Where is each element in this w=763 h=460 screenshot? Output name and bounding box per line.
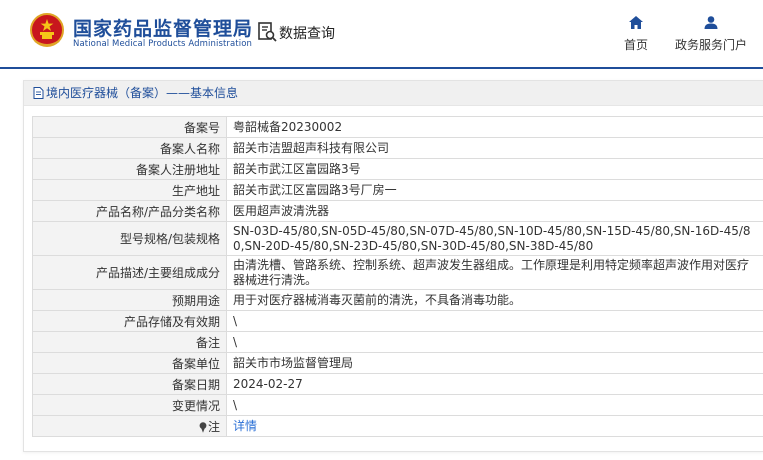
field-label: 备案单位	[32, 352, 227, 374]
field-value: 2024-02-27	[226, 373, 763, 395]
field-value: 韶关市洁盟超声科技有限公司	[226, 137, 763, 159]
note-label: 注	[207, 419, 220, 434]
field-label: 产品描述/主要组成成分	[32, 255, 227, 290]
note-label-cell: 注	[32, 415, 227, 437]
field-label: 生产地址	[32, 179, 227, 201]
table-row: 备案人注册地址 韶关市武江区富园路3号	[32, 158, 763, 180]
user-icon	[704, 16, 718, 29]
table-row: 预期用途 用于对医疗器械消毒灭菌前的清洗，不具备消毒功能。	[32, 289, 763, 311]
field-value: 用于对医疗器械消毒灭菌前的清洗，不具备消毒功能。	[226, 289, 763, 311]
field-value: \	[226, 310, 763, 332]
panel-title-bar: 境内医疗器械（备案）——基本信息	[24, 81, 763, 106]
field-label: 备案号	[32, 116, 227, 138]
field-label: 型号规格/包装规格	[32, 221, 227, 256]
field-label: 产品名称/产品分类名称	[32, 200, 227, 222]
field-label: 备案人名称	[32, 137, 227, 159]
home-icon	[629, 16, 643, 29]
field-value: SN-03D-45/80,SN-05D-45/80,SN-07D-45/80,S…	[226, 221, 763, 256]
nav-portal[interactable]: 政务服务门户	[672, 16, 750, 53]
site-header: 国家药品监督管理局 National Medical Products Admi…	[0, 0, 763, 69]
field-value: \	[226, 331, 763, 353]
table-row: 产品名称/产品分类名称 医用超声波清洗器	[32, 200, 763, 222]
nav-home-label: 首页	[623, 38, 648, 52]
details-link[interactable]: 详情	[233, 419, 257, 433]
table-row: 型号规格/包装规格 SN-03D-45/80,SN-05D-45/80,SN-0…	[32, 221, 763, 256]
panel-title: 境内医疗器械（备案）——基本信息	[46, 86, 239, 100]
data-query-link[interactable]: 数据查询	[279, 23, 335, 43]
table-row: 变更情况 \	[32, 394, 763, 416]
table-row: 备案单位 韶关市市场监督管理局	[32, 352, 763, 374]
table-row: 备案人名称 韶关市洁盟超声科技有限公司	[32, 137, 763, 159]
document-icon	[33, 87, 44, 99]
nav-portal-label: 政务服务门户	[674, 38, 747, 52]
table-row: 备案日期 2024-02-27	[32, 373, 763, 395]
field-value: 韶关市武江区富园路3号厂房一	[226, 179, 763, 201]
national-emblem-icon	[30, 13, 64, 47]
field-label: 备注	[32, 331, 227, 353]
field-value: 韶关市武江区富园路3号	[226, 158, 763, 180]
field-label: 变更情况	[32, 394, 227, 416]
note-value-cell: 详情	[226, 415, 763, 437]
header-divider	[0, 67, 763, 69]
nav-home[interactable]: 首页	[620, 16, 652, 53]
table-row-note: 注 详情	[32, 415, 763, 437]
data-query-icon[interactable]	[258, 22, 277, 42]
table-row: 生产地址 韶关市武江区富园路3号厂房一	[32, 179, 763, 201]
table-row: 产品描述/主要组成成分 由清洗槽、管路系统、控制系统、超声波发生器组成。工作原理…	[32, 255, 763, 290]
field-value: \	[226, 394, 763, 416]
site-name-en[interactable]: National Medical Products Administration	[73, 39, 252, 49]
field-value: 粤韶械备20230002	[226, 116, 763, 138]
table-row: 备案号 粤韶械备20230002	[32, 116, 763, 138]
field-label: 预期用途	[32, 289, 227, 311]
record-table: 备案号 粤韶械备20230002 备案人名称 韶关市洁盟超声科技有限公司 备案人…	[32, 116, 763, 437]
table-row: 备注 \	[32, 331, 763, 353]
pin-icon	[199, 421, 207, 433]
field-label: 备案人注册地址	[32, 158, 227, 180]
record-panel: 境内医疗器械（备案）——基本信息 备案号 粤韶械备20230002 备案人名称 …	[23, 80, 763, 452]
field-label: 备案日期	[32, 373, 227, 395]
field-value: 医用超声波清洗器	[226, 200, 763, 222]
site-name-cn[interactable]: 国家药品监督管理局	[73, 14, 253, 41]
field-value: 韶关市市场监督管理局	[226, 352, 763, 374]
table-row: 产品存储及有效期 \	[32, 310, 763, 332]
field-label: 产品存储及有效期	[32, 310, 227, 332]
field-value: 由清洗槽、管路系统、控制系统、超声波发生器组成。工作原理是利用特定频率超声波作用…	[226, 255, 763, 290]
